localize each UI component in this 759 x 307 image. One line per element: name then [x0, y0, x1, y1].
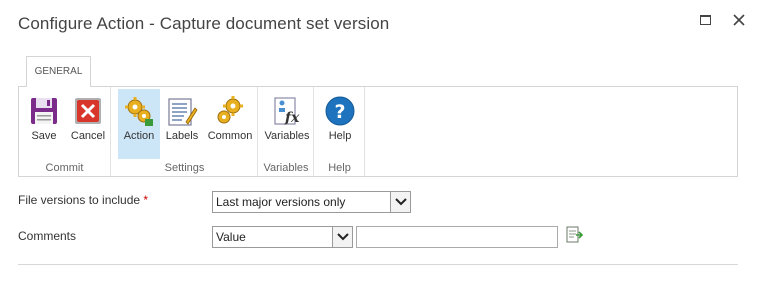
group-label-commit: Commit — [45, 162, 84, 174]
comments-type-select[interactable]: Value — [212, 226, 353, 248]
group-label-help: Help — [328, 162, 351, 174]
comments-type-dropdown-arrow[interactable] — [332, 227, 352, 247]
tab-general[interactable]: GENERAL — [26, 56, 91, 87]
ribbon-group-variables: fx Variables Variables — [259, 87, 314, 176]
labels-label: Labels — [165, 130, 199, 142]
svg-text:fx: fx — [284, 110, 300, 126]
comments-type-value: Value — [216, 230, 246, 244]
file-versions-dropdown-arrow[interactable] — [390, 192, 410, 212]
ribbon-group-commit: Save Cancel Commit — [19, 87, 111, 176]
maximize-button[interactable] — [696, 10, 716, 30]
ribbon-group-help: ? Help Help — [315, 87, 365, 176]
cancel-label: Cancel — [70, 130, 106, 142]
svg-text:?: ? — [334, 101, 345, 123]
ribbon: Save Cancel Commit Action Labels Common … — [18, 86, 738, 177]
chevron-down-icon — [395, 198, 407, 206]
close-icon — [733, 14, 745, 26]
file-versions-label-text: File versions to include — [18, 193, 141, 207]
variables-fx-icon: fx — [274, 97, 300, 126]
help-icon: ? — [325, 96, 355, 126]
footer-divider — [18, 264, 738, 265]
variables-button[interactable]: fx Variables — [262, 89, 312, 159]
common-button[interactable]: Common — [204, 89, 256, 159]
variables-label: Variables — [264, 130, 310, 142]
save-button[interactable]: Save — [23, 89, 65, 159]
dialog-title: Configure Action - Capture document set … — [18, 14, 390, 33]
labels-icon — [168, 98, 198, 126]
file-versions-label: File versions to include * — [18, 193, 148, 207]
action-button[interactable]: Action — [118, 89, 160, 159]
file-versions-select[interactable]: Last major versions only — [212, 191, 411, 213]
chevron-down-icon — [337, 233, 349, 241]
save-label: Save — [31, 130, 57, 142]
common-label: Common — [207, 130, 253, 142]
insert-reference-icon[interactable] — [565, 226, 583, 244]
maximize-icon — [700, 15, 711, 25]
close-button[interactable] — [729, 10, 749, 30]
ribbon-group-settings: Action Labels Common Settings — [112, 87, 258, 176]
comments-text-input[interactable] — [356, 226, 558, 248]
save-icon — [31, 98, 57, 124]
help-button[interactable]: ? Help — [319, 89, 361, 159]
group-label-settings: Settings — [164, 162, 205, 174]
labels-button[interactable]: Labels — [162, 89, 202, 159]
common-gears-icon — [217, 96, 243, 124]
cancel-button[interactable]: Cancel — [67, 89, 109, 159]
action-gears-icon — [125, 97, 153, 126]
help-label: Help — [328, 130, 352, 142]
group-label-variables: Variables — [263, 162, 309, 174]
action-label: Action — [123, 130, 155, 142]
cancel-icon — [75, 98, 101, 124]
file-versions-value: Last major versions only — [216, 195, 346, 209]
required-marker: * — [143, 193, 149, 207]
comments-label: Comments — [18, 229, 77, 243]
